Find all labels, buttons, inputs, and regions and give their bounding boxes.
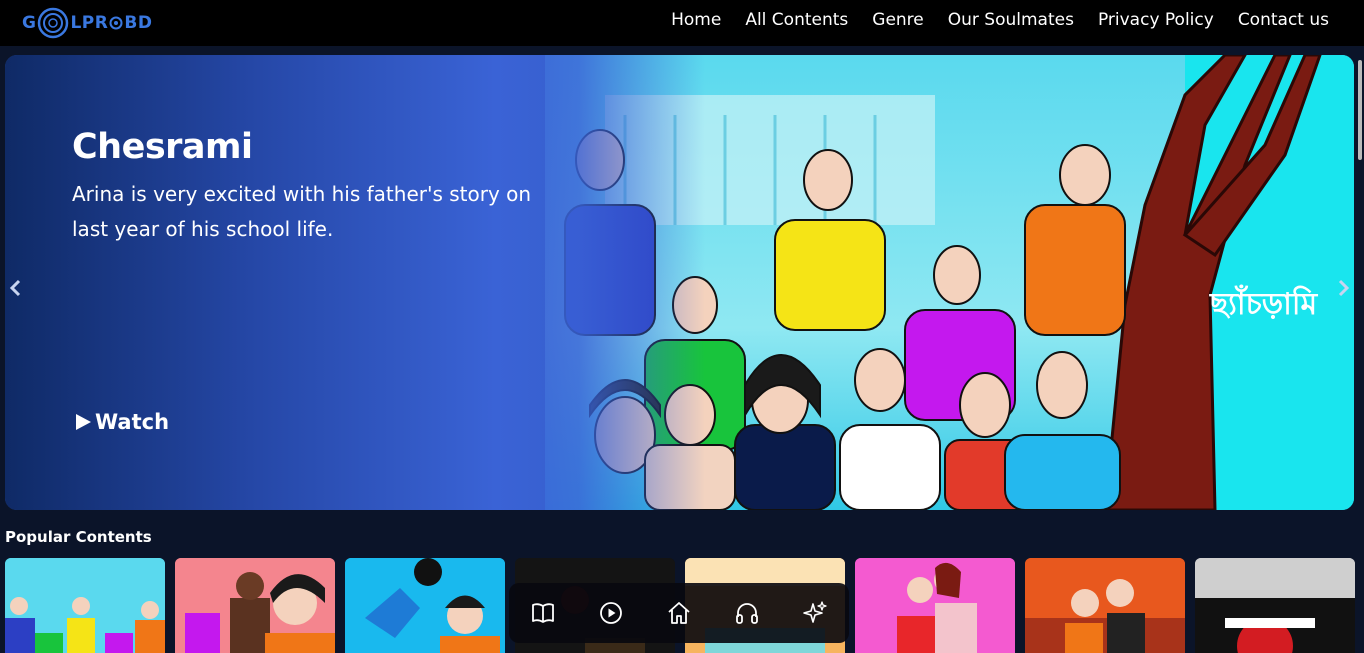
hero-description: Arina is very excited with his father's … <box>72 182 532 241</box>
content-card[interactable] <box>5 558 165 653</box>
chevron-right-icon <box>1338 279 1350 297</box>
logo-text-left: G <box>22 13 37 33</box>
logo-text-mid: LPR <box>70 13 109 33</box>
dock-explore-button[interactable] <box>802 600 828 626</box>
popular-contents-title: Popular Contents <box>5 528 152 546</box>
logo-ring-icon <box>38 7 69 39</box>
dock-listen-button[interactable] <box>734 600 760 626</box>
logo-o-icon <box>109 16 123 30</box>
nav-our-soulmates[interactable]: Our Soulmates <box>948 10 1074 30</box>
hero-art-title: ছ্যাঁচড়ামি <box>1210 287 1318 322</box>
dock-watch-button[interactable] <box>598 600 624 626</box>
play-triangle-icon <box>76 414 91 430</box>
hero-carousel: ছ্যাঁচড়ামি Chesrami Arina is very excit… <box>5 55 1354 510</box>
chevron-left-icon <box>9 279 21 297</box>
top-navbar: G LPR BD Home All Contents Genre Our Sou… <box>0 0 1364 46</box>
hero-gradient-overlay <box>5 55 705 510</box>
nav-home[interactable]: Home <box>671 10 721 30</box>
main-nav: Home All Contents Genre Our Soulmates Pr… <box>671 10 1329 30</box>
play-circle-icon <box>600 602 622 624</box>
content-card[interactable] <box>1025 558 1185 653</box>
content-card[interactable] <box>345 558 505 653</box>
nav-contact-us[interactable]: Contact us <box>1238 10 1329 30</box>
logo-text-right: BD <box>124 13 153 33</box>
content-card[interactable] <box>1195 558 1355 653</box>
content-card[interactable] <box>855 558 1015 653</box>
book-icon <box>532 603 554 623</box>
content-card[interactable] <box>175 558 335 653</box>
nav-genre[interactable]: Genre <box>872 10 923 30</box>
carousel-next-button[interactable] <box>1334 273 1354 303</box>
bottom-dock <box>509 583 849 643</box>
carousel-prev-button[interactable] <box>5 273 25 303</box>
watch-label: Watch <box>95 410 170 434</box>
hero-title: Chesrami <box>72 127 253 167</box>
dock-read-button[interactable] <box>530 600 556 626</box>
page-scrollbar[interactable] <box>1358 60 1362 160</box>
nav-privacy-policy[interactable]: Privacy Policy <box>1098 10 1214 30</box>
sparkles-icon <box>803 601 827 623</box>
dock-home-button[interactable] <box>666 600 692 626</box>
nav-all-contents[interactable]: All Contents <box>745 10 848 30</box>
watch-button[interactable]: Watch <box>74 410 169 434</box>
headphones-icon <box>736 603 758 624</box>
home-icon <box>668 602 690 624</box>
site-logo[interactable]: G LPR BD <box>22 5 152 41</box>
